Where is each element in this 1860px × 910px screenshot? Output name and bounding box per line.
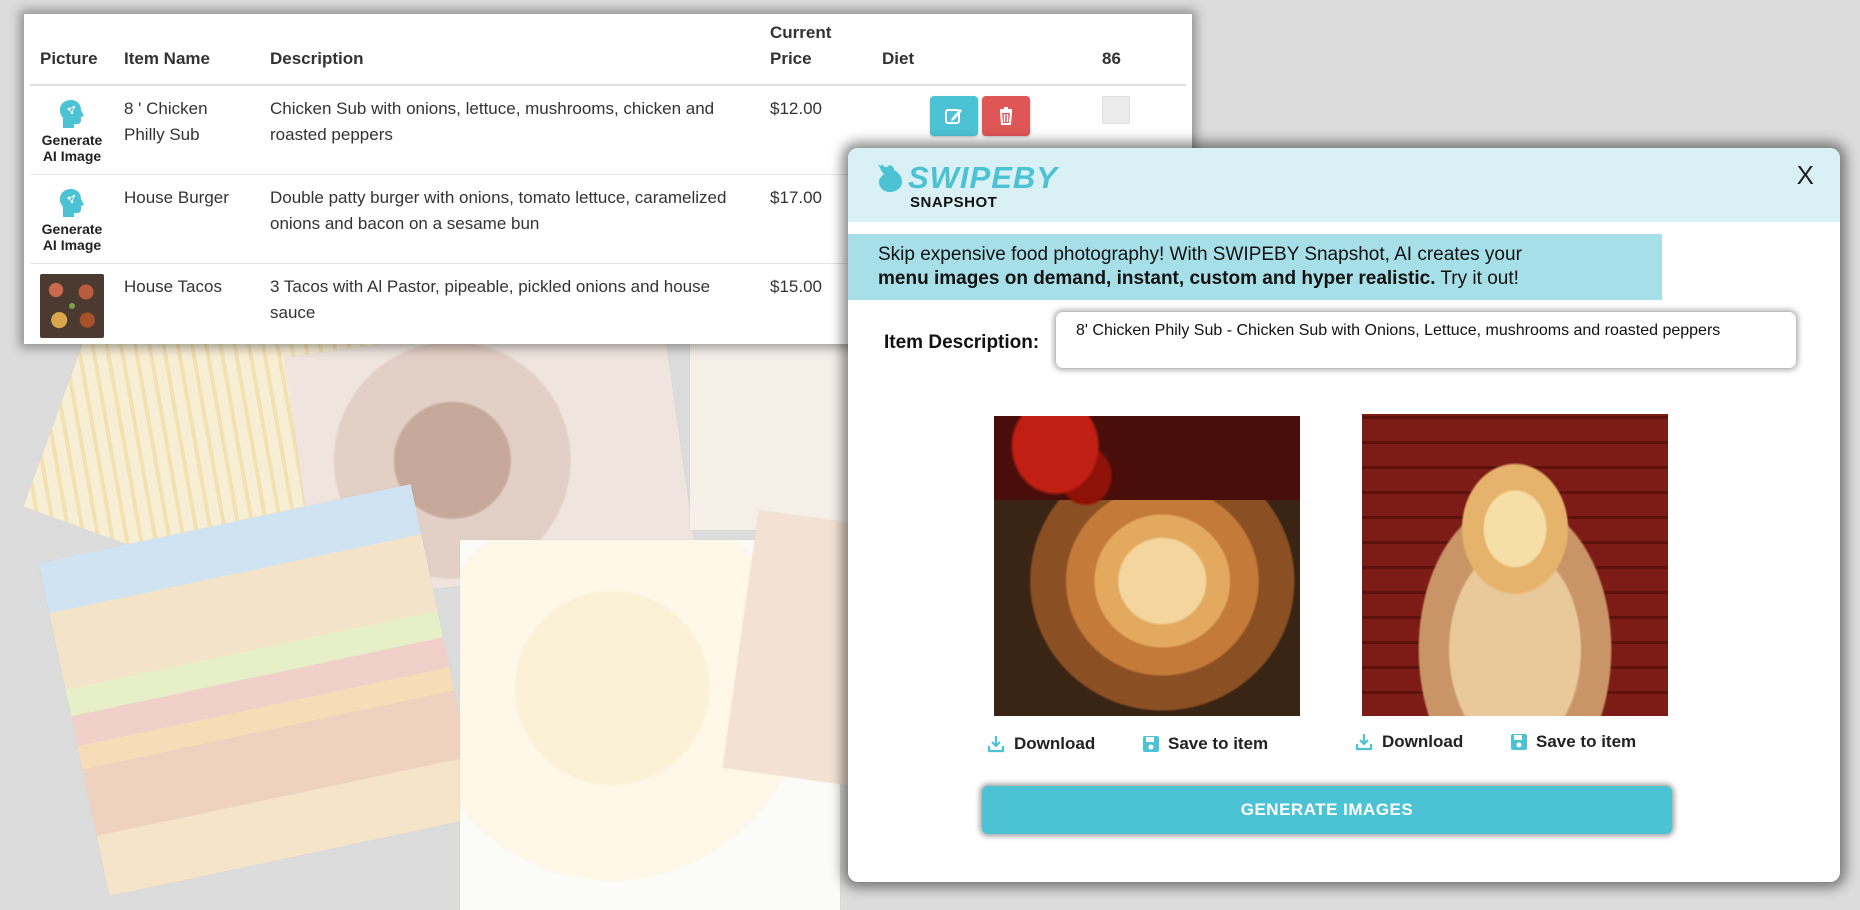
- ai-head-icon: [59, 189, 84, 217]
- download-button[interactable]: Download: [986, 734, 1095, 754]
- banner-tail-text: Try it out!: [1435, 268, 1519, 289]
- snapshot-modal: SWIPEBY SNAPSHOT X Skip expensive food p…: [848, 148, 1840, 882]
- banner-line1: Skip expensive food photography! With SW…: [878, 244, 1522, 265]
- download-button[interactable]: Download: [1354, 732, 1463, 752]
- description-cell: Chicken Sub with onions, lettuce, mushro…: [260, 84, 760, 175]
- trash-icon: [999, 107, 1013, 125]
- save-icon: [1511, 734, 1527, 750]
- header-current-price: Current Price: [760, 20, 872, 86]
- picture-cell: [30, 263, 114, 348]
- item-name-line2: Philly Sub: [124, 125, 200, 144]
- download-label: Download: [1382, 732, 1464, 751]
- generated-sub-image[interactable]: [1362, 414, 1668, 716]
- save-to-item-label: Save to item: [1168, 734, 1269, 753]
- description-cell: Double patty burger with onions, tomato …: [260, 174, 760, 264]
- delete-button[interactable]: [982, 96, 1030, 136]
- table-header-row: Picture Item Name Description Current Pr…: [30, 20, 1186, 86]
- save-to-item-label: Save to item: [1536, 732, 1637, 751]
- header-picture: Picture: [30, 20, 114, 86]
- save-icon: [1143, 736, 1159, 752]
- save-to-item-button[interactable]: Save to item: [1142, 734, 1268, 754]
- generate-images-button[interactable]: GENERATE IMAGES: [982, 786, 1672, 834]
- header-86: 86: [1092, 20, 1186, 86]
- tacos-thumbnail-image[interactable]: [40, 274, 104, 338]
- edit-button[interactable]: [930, 96, 978, 136]
- item-description-field[interactable]: 8' Chicken Phily Sub - Chicken Sub with …: [1056, 312, 1796, 368]
- generate-ai-label-line2: AI Image: [42, 237, 102, 253]
- picture-cell: Generate AI Image: [30, 84, 114, 175]
- ai-head-icon: [59, 100, 84, 128]
- brand-subtitle: SNAPSHOT: [910, 194, 998, 211]
- generated-sub-image[interactable]: [994, 416, 1300, 716]
- header-diet: Diet: [872, 20, 1092, 86]
- picture-cell: Generate AI Image: [30, 174, 114, 264]
- brand-name: SWIPEBY: [908, 160, 1058, 195]
- header-item-name: Item Name: [114, 20, 260, 86]
- download-label: Download: [1014, 734, 1096, 753]
- generate-ai-image-button[interactable]: Generate AI Image: [40, 96, 104, 164]
- close-button[interactable]: X: [1797, 160, 1814, 191]
- header-current-price-line1: Current: [770, 23, 832, 42]
- generated-image-card: Download Save to item: [987, 416, 1300, 753]
- item-description-label: Item Description:: [884, 332, 1040, 353]
- banner-bold-text: menu images on demand, instant, custom a…: [878, 268, 1436, 289]
- modal-header: SWIPEBY SNAPSHOT X: [848, 148, 1840, 222]
- item-name-cell: House Tacos: [114, 263, 260, 348]
- item-name-cell: 8 ' Chicken Philly Sub: [114, 84, 260, 175]
- generate-ai-label-line1: Generate: [41, 132, 103, 148]
- header-current-price-line2: Price: [770, 49, 812, 68]
- 86-checkbox[interactable]: [1102, 96, 1130, 124]
- edit-icon: [945, 109, 962, 124]
- item-name-cell: House Burger: [114, 174, 260, 264]
- background-burger-photo: [38, 484, 482, 896]
- download-icon: [987, 736, 1005, 753]
- generate-ai-image-button[interactable]: Generate AI Image: [40, 185, 104, 253]
- description-cell: 3 Tacos with Al Pastor, pipeable, pickle…: [260, 263, 760, 348]
- swipeby-logo-icon: [878, 164, 902, 192]
- save-to-item-button[interactable]: Save to item: [1510, 732, 1636, 752]
- download-icon: [1355, 734, 1373, 751]
- generate-ai-label-line2: AI Image: [42, 148, 102, 164]
- promo-banner: Skip expensive food photography! With SW…: [848, 234, 1662, 300]
- header-description: Description: [260, 20, 760, 86]
- generate-ai-label-line1: Generate: [41, 221, 103, 237]
- item-name-line1: 8 ' Chicken: [124, 99, 208, 118]
- generated-image-card: Download Save to item: [1355, 414, 1668, 751]
